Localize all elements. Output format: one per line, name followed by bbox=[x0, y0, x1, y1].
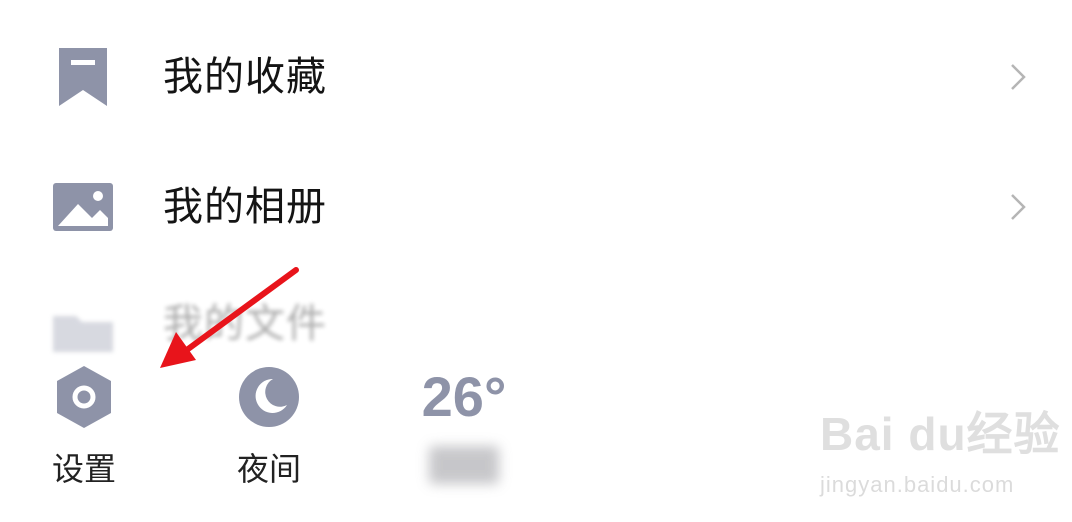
menu-item-label: 我的收藏 bbox=[163, 54, 327, 100]
night-mode-button[interactable]: 夜间 bbox=[219, 364, 319, 504]
gear-hexagon-icon bbox=[51, 364, 117, 430]
weather-widget[interactable]: 26° bbox=[404, 364, 524, 504]
settings-label: 设置 bbox=[51, 450, 116, 488]
night-mode-label: 夜间 bbox=[236, 450, 301, 488]
moon-icon bbox=[236, 364, 302, 430]
menu-item-album[interactable]: 我的相册 bbox=[0, 152, 1072, 262]
image-icon bbox=[52, 176, 114, 238]
chevron-right-icon bbox=[1006, 62, 1030, 92]
chevron-right-icon bbox=[1006, 192, 1030, 222]
menu-item-label: 我的文件 bbox=[163, 301, 327, 347]
temperature-text: 26° bbox=[421, 365, 507, 428]
bookmark-icon bbox=[52, 46, 114, 108]
weather-condition-blurred bbox=[429, 446, 499, 484]
settings-button[interactable]: 设置 bbox=[34, 364, 134, 504]
folder-icon bbox=[52, 304, 114, 352]
watermark-url: jingyan.baidu.com bbox=[820, 472, 1015, 497]
baidu-watermark: Bai du经验 jingyan.baidu.com bbox=[820, 408, 1061, 508]
watermark-logo: Bai du经验 bbox=[820, 408, 1061, 460]
menu-item-files[interactable]: 我的文件 bbox=[0, 282, 1072, 352]
menu-item-label: 我的相册 bbox=[163, 184, 327, 230]
menu-item-favorites[interactable]: 我的收藏 bbox=[0, 22, 1072, 132]
